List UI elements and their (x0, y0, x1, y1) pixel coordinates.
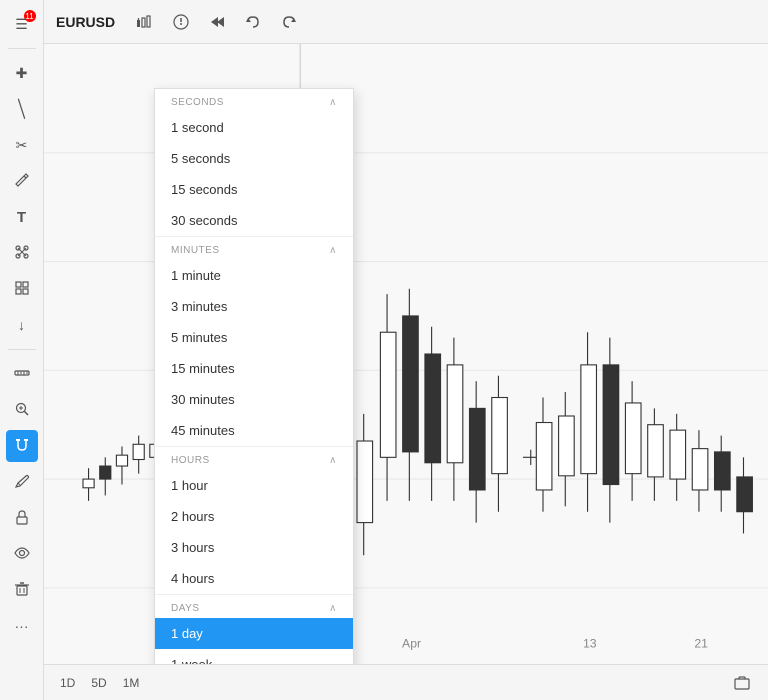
candlestick-chart: 24 Apr 13 21 (44, 44, 768, 664)
pen-button[interactable] (6, 165, 38, 197)
lock-icon (14, 509, 30, 528)
svg-text:13: 13 (583, 637, 597, 651)
toolbar-separator-1 (8, 48, 36, 49)
draw-icon (14, 473, 30, 492)
layout-icon (14, 280, 30, 299)
minutes-section-header[interactable]: MINUTES ∧ (155, 236, 353, 260)
5-minutes-item[interactable]: 5 minutes (155, 322, 353, 353)
minutes-label: MINUTES (171, 245, 220, 256)
pen-icon (14, 172, 30, 191)
delete-icon (14, 581, 30, 600)
1d-button[interactable]: 1D (56, 674, 79, 692)
45-minutes-item[interactable]: 45 minutes (155, 415, 353, 446)
svg-text:21: 21 (694, 637, 708, 651)
30-seconds-item[interactable]: 30 seconds (155, 205, 353, 236)
scissors-button[interactable]: ✂ (6, 129, 38, 161)
5d-button[interactable]: 5D (87, 674, 110, 692)
15-seconds-item[interactable]: 15 seconds (155, 174, 353, 205)
1-second-item[interactable]: 1 second (155, 112, 353, 143)
4-hours-item[interactable]: 4 hours (155, 563, 353, 594)
notification-badge: 11 (24, 10, 36, 22)
hours-section-header[interactable]: HOURS ∧ (155, 446, 353, 470)
arrow-icon: ↓ (18, 317, 25, 333)
days-chevron: ∧ (329, 603, 337, 614)
hours-label: HOURS (171, 455, 210, 466)
3-hours-item[interactable]: 3 hours (155, 532, 353, 563)
screenshot-button[interactable] (728, 669, 756, 697)
text-icon: T (17, 209, 26, 226)
node-icon (14, 244, 30, 263)
layout-button[interactable] (6, 273, 38, 305)
toolbar-separator-2 (8, 349, 36, 350)
undo-button[interactable] (239, 8, 267, 36)
days-section-header[interactable]: DAYS ∧ (155, 594, 353, 618)
lock-button[interactable] (6, 502, 38, 534)
hours-chevron: ∧ (329, 455, 337, 466)
node-button[interactable] (6, 237, 38, 269)
indicators-button[interactable] (167, 8, 195, 36)
more-icon: ··· (15, 618, 29, 634)
minutes-chevron: ∧ (329, 245, 337, 256)
5-seconds-item[interactable]: 5 seconds (155, 143, 353, 174)
rewind-button[interactable] (203, 8, 231, 36)
1-week-item[interactable]: 1 week (155, 649, 353, 664)
3-minutes-item[interactable]: 3 minutes (155, 291, 353, 322)
crosshair-icon: ✚ (16, 65, 28, 82)
30-minutes-item[interactable]: 30 minutes (155, 384, 353, 415)
days-label: DAYS (171, 603, 200, 614)
redo-button[interactable] (275, 8, 303, 36)
magnet-icon (14, 437, 30, 456)
seconds-label: SECONDS (171, 97, 224, 108)
text-button[interactable]: T (6, 201, 38, 233)
zoom-button[interactable] (6, 394, 38, 426)
ruler-button[interactable] (6, 358, 38, 390)
svg-text:Apr: Apr (402, 637, 421, 651)
draw-button[interactable] (6, 466, 38, 498)
crosshair-button[interactable]: ✚ (6, 57, 38, 89)
line-tool-icon: ╱ (11, 99, 32, 120)
menu-button[interactable]: ☰ 11 (6, 8, 38, 40)
bottom-bar: 1D 5D 1M (44, 664, 768, 700)
ruler-icon (14, 365, 30, 384)
chart-type-button[interactable] (131, 8, 159, 36)
timeframe-dropdown: SECONDS ∧ 1 second 5 seconds 15 seconds … (154, 88, 354, 664)
seconds-section-header[interactable]: SECONDS ∧ (155, 89, 353, 112)
arrow-button[interactable]: ↓ (6, 309, 38, 341)
symbol-label: EURUSD (56, 14, 115, 30)
1-day-item[interactable]: 1 day (155, 618, 353, 649)
delete-button[interactable] (6, 574, 38, 606)
zoom-icon (14, 401, 30, 420)
chart-area: 24 Apr 13 21 SECONDS ∧ 1 second 5 second… (44, 44, 768, 664)
1m-button[interactable]: 1M (119, 674, 144, 692)
1-minute-item[interactable]: 1 minute (155, 260, 353, 291)
main-content: EURUSD (44, 0, 768, 700)
left-toolbar: ☰ 11 ✚ ╱ ✂ T ↓ (0, 0, 44, 700)
15-minutes-item[interactable]: 15 minutes (155, 353, 353, 384)
line-tool-button[interactable]: ╱ (6, 93, 38, 125)
scissors-icon: ✂ (16, 137, 28, 154)
eye-icon (14, 545, 30, 564)
2-hours-item[interactable]: 2 hours (155, 501, 353, 532)
eye-button[interactable] (6, 538, 38, 570)
1-hour-item[interactable]: 1 hour (155, 470, 353, 501)
magnet-button[interactable] (6, 430, 38, 462)
more-button[interactable]: ··· (6, 610, 38, 642)
seconds-chevron: ∧ (329, 97, 337, 108)
top-bar: EURUSD (44, 0, 768, 44)
